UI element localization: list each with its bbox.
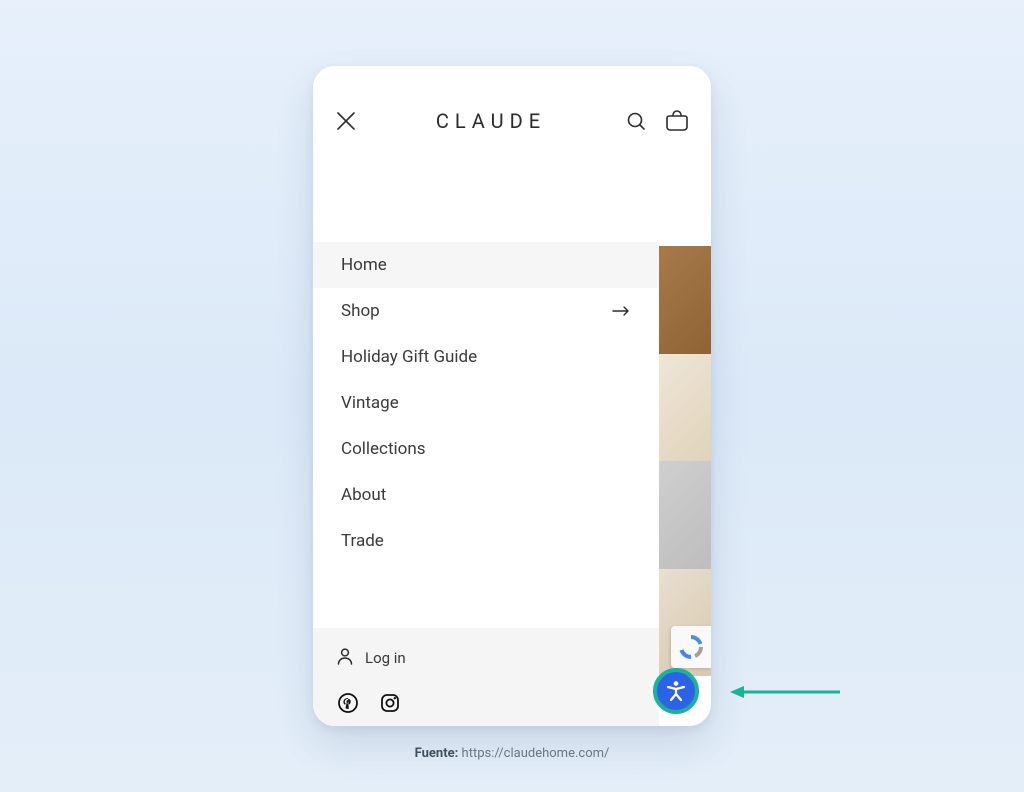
nav-menu: Home Shop Holiday Gift Guide Vintage Col… — [313, 176, 659, 564]
nav-item-label: About — [341, 485, 386, 505]
mobile-viewport: CLAUDE Home Shop Holiday Gift Guide — [313, 66, 711, 726]
login-label: Log in — [365, 649, 406, 667]
annotation-arrow — [730, 682, 840, 702]
cart-icon[interactable] — [665, 110, 689, 132]
bg-tile — [659, 461, 711, 569]
nav-item-home[interactable]: Home — [313, 242, 659, 288]
site-header: CLAUDE — [313, 66, 711, 176]
arrow-right-icon — [611, 304, 631, 318]
user-icon — [335, 646, 355, 670]
caption-prefix: Fuente: — [415, 746, 462, 761]
nav-item-label: Trade — [341, 531, 384, 551]
nav-item-label: Shop — [341, 301, 380, 321]
social-links — [335, 684, 637, 716]
nav-item-shop[interactable]: Shop — [313, 288, 659, 334]
recaptcha-badge[interactable] — [671, 626, 711, 668]
nav-item-label: Home — [341, 255, 387, 275]
caption-url: https://claudehome.com/ — [462, 746, 610, 761]
close-icon[interactable] — [335, 110, 357, 132]
bg-tile — [659, 246, 711, 354]
nav-item-label: Holiday Gift Guide — [341, 347, 477, 367]
drawer-footer: Log in — [313, 628, 659, 726]
nav-item-trade[interactable]: Trade — [313, 518, 659, 564]
nav-drawer: Home Shop Holiday Gift Guide Vintage Col… — [313, 176, 659, 726]
nav-item-about[interactable]: About — [313, 472, 659, 518]
nav-item-label: Collections — [341, 439, 426, 459]
background-product-strip — [659, 246, 711, 676]
nav-item-label: Vintage — [341, 393, 399, 413]
search-icon[interactable] — [625, 110, 647, 132]
brand-logo[interactable]: CLAUDE — [436, 109, 546, 133]
accessibility-widget-button[interactable] — [653, 668, 699, 714]
login-link[interactable]: Log in — [335, 646, 637, 684]
bg-tile — [659, 354, 711, 462]
nav-item-holiday-gift-guide[interactable]: Holiday Gift Guide — [313, 334, 659, 380]
pinterest-icon[interactable] — [335, 690, 361, 716]
nav-item-vintage[interactable]: Vintage — [313, 380, 659, 426]
nav-item-collections[interactable]: Collections — [313, 426, 659, 472]
image-caption: Fuente: https://claudehome.com/ — [0, 746, 1024, 761]
instagram-icon[interactable] — [377, 690, 403, 716]
